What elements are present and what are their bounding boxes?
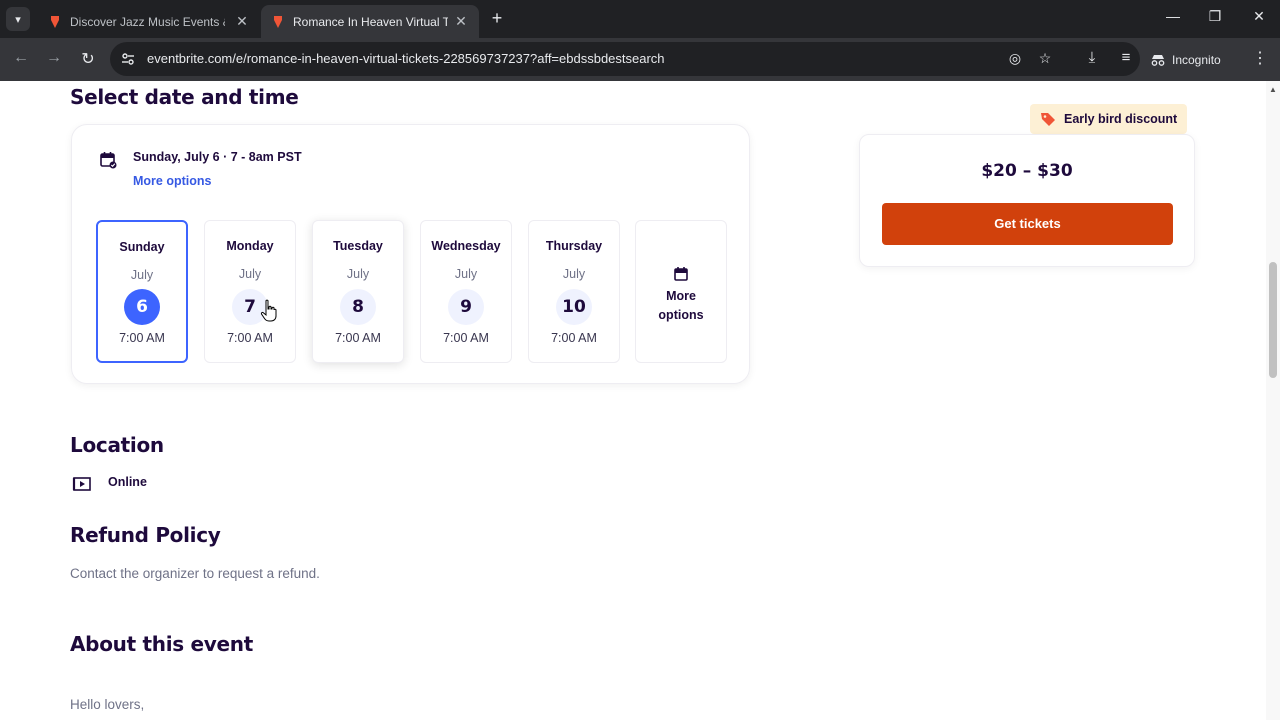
back-arrow-icon[interactable]: ← <box>10 49 32 67</box>
incognito-badge[interactable]: Incognito <box>1150 46 1221 74</box>
time-label: 7:00 AM <box>119 331 165 345</box>
day-name: Tuesday <box>333 239 383 253</box>
date-selection-card: Sunday, July 6 · 7 - 8am PST More option… <box>71 124 750 384</box>
ticket-card: $20 – $30 Get tickets <box>859 134 1195 267</box>
more-options-line1: More <box>666 289 696 303</box>
close-window-icon[interactable]: ✕ <box>1244 8 1274 25</box>
tab-title: Discover Jazz Music Events & A <box>70 14 225 29</box>
time-label: 7:00 AM <box>551 331 597 345</box>
browser-tab-strip: ▾ Discover Jazz Music Events & A ✕ Roman… <box>0 0 1280 38</box>
day-name: Sunday <box>119 240 165 254</box>
calendar-check-icon <box>100 152 117 169</box>
more-options-tile-label: More options <box>636 287 726 325</box>
restore-icon[interactable]: ❐ <box>1200 8 1230 25</box>
day-number: 6 <box>124 289 160 325</box>
month-label: July <box>562 267 586 281</box>
more-options-line2: options <box>658 308 704 322</box>
location-value: Online <box>108 475 147 489</box>
hand-pointer-cursor-icon <box>260 299 277 322</box>
get-tickets-button[interactable]: Get tickets <box>882 203 1173 245</box>
day-name: Wednesday <box>431 239 501 253</box>
time-label: 7:00 AM <box>443 331 489 345</box>
new-tab-plus-icon[interactable]: + <box>486 8 508 29</box>
month-label: July <box>130 268 154 282</box>
download-icon[interactable]: ⤓ <box>1081 49 1103 66</box>
url-text: eventbrite.com/e/romance-in-heaven-virtu… <box>147 51 665 66</box>
date-tile-sunday[interactable]: Sunday July 6 7:00 AM <box>96 220 188 363</box>
browser-toolbar: ← → ↻ eventbrite.com/e/romance-in-heaven… <box>0 38 1280 81</box>
page-content: Select date and time Sunday, July 6 · 7 … <box>0 81 1266 720</box>
location-heading: Location <box>70 433 164 457</box>
day-number: 9 <box>448 289 484 325</box>
browser-menu-icon[interactable]: ⋮ <box>1250 48 1270 68</box>
time-label: 7:00 AM <box>335 331 381 345</box>
eventbrite-favicon-icon <box>274 15 282 28</box>
price-range: $20 – $30 <box>981 161 1073 181</box>
day-name: Monday <box>226 239 274 253</box>
tab-romance-in-heaven[interactable]: Romance In Heaven Virtual Tick ✕ <box>261 5 479 38</box>
scrollbar-thumb[interactable] <box>1269 262 1277 378</box>
eventbrite-favicon-icon <box>51 15 59 28</box>
day-name: Thursday <box>545 239 603 253</box>
close-tab-icon[interactable]: ✕ <box>453 13 469 30</box>
date-tile-thursday[interactable]: Thursday July 10 7:00 AM <box>528 220 620 363</box>
minimize-icon[interactable]: — <box>1158 8 1188 24</box>
more-options-tile[interactable]: More options <box>635 220 727 363</box>
about-event-text: Hello lovers, <box>70 697 145 712</box>
online-event-icon <box>72 477 91 491</box>
selected-datetime: Sunday, July 6 · 7 - 8am PST <box>133 150 302 164</box>
address-bar[interactable]: eventbrite.com/e/romance-in-heaven-virtu… <box>110 42 1140 76</box>
refund-policy-heading: Refund Policy <box>70 523 221 547</box>
early-bird-badge: Early bird discount <box>1030 104 1188 134</box>
forward-arrow-icon[interactable]: → <box>43 49 65 67</box>
day-number: 8 <box>340 289 376 325</box>
time-label: 7:00 AM <box>227 331 273 345</box>
date-tile-tuesday[interactable]: Tuesday July 8 7:00 AM <box>312 220 404 363</box>
month-label: July <box>238 267 262 281</box>
month-label: July <box>454 267 478 281</box>
badge-label: Early bird discount <box>1064 112 1178 126</box>
close-tab-icon[interactable]: ✕ <box>234 13 250 30</box>
tab-search-chevron-icon[interactable]: ▾ <box>6 7 30 31</box>
media-controls-icon[interactable]: ≡ <box>1115 49 1137 66</box>
about-event-heading: About this event <box>70 632 253 656</box>
bookmark-star-icon[interactable]: ☆ <box>1035 50 1055 67</box>
tab-title: Romance In Heaven Virtual Tick <box>293 14 448 29</box>
tab-discover-jazz[interactable]: Discover Jazz Music Events & A ✕ <box>38 5 260 38</box>
price-tag-icon <box>1041 113 1055 126</box>
select-date-heading: Select date and time <box>70 85 299 109</box>
incognito-label: Incognito <box>1172 53 1221 67</box>
eye-off-icon[interactable]: ◎ <box>1005 50 1025 67</box>
day-number: 10 <box>556 289 592 325</box>
site-settings-icon[interactable] <box>120 51 136 67</box>
scroll-up-arrow-icon[interactable]: ▲ <box>1266 85 1280 94</box>
date-tile-monday[interactable]: Monday July 7 7:00 AM <box>204 220 296 363</box>
more-options-link[interactable]: More options <box>133 174 211 188</box>
incognito-icon <box>1151 55 1165 66</box>
date-tile-wednesday[interactable]: Wednesday July 9 7:00 AM <box>420 220 512 363</box>
page-scrollbar[interactable]: ▲ <box>1266 81 1280 720</box>
month-label: July <box>346 267 370 281</box>
refund-policy-text: Contact the organizer to request a refun… <box>70 566 320 581</box>
calendar-icon <box>674 267 688 281</box>
reload-icon[interactable]: ↻ <box>77 49 99 69</box>
